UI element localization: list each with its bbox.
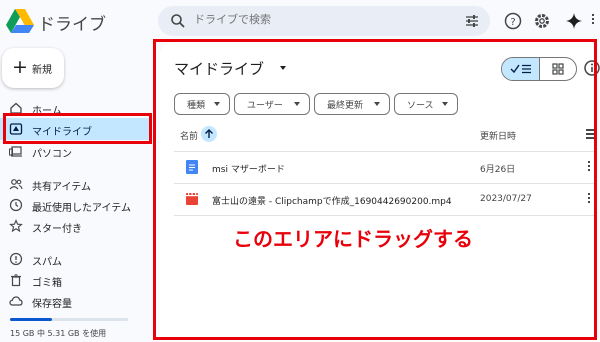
sidebar-item-label: ゴミ箱 xyxy=(32,278,62,289)
sidebar-item-shared[interactable]: 共有アイテム xyxy=(0,173,150,195)
sidebar-item-label: 共有アイテム xyxy=(32,182,91,193)
annotation-drop-text: このエリアにドラッグする xyxy=(233,227,473,251)
view-toggle[interactable] xyxy=(501,57,577,81)
file-row[interactable]: 富士山の遠景 - Clipchampで作成_1690442690200.mp4 … xyxy=(174,184,600,214)
my-drive-icon xyxy=(9,123,23,135)
storage-bar xyxy=(10,318,128,321)
search-bar[interactable] xyxy=(158,6,490,36)
chevron-down-icon xyxy=(442,102,448,106)
chevron-down-icon xyxy=(374,102,380,106)
file-name[interactable]: msi マザーボード xyxy=(212,162,285,175)
page-title[interactable]: マイドライブ xyxy=(174,58,264,79)
settings-icon[interactable] xyxy=(532,11,552,31)
file-name[interactable]: 富士山の遠景 - Clipchampで作成_1690442690200.mp4 xyxy=(212,194,452,207)
chevron-down-icon xyxy=(294,102,300,106)
storage-fill xyxy=(10,318,52,321)
gemini-sparkle-icon[interactable] xyxy=(564,11,584,31)
more-icon[interactable] xyxy=(592,14,595,28)
chevron-down-icon[interactable] xyxy=(280,66,286,70)
filter-label: 種類 xyxy=(187,101,206,111)
clock-icon xyxy=(9,198,23,212)
check-list-icon xyxy=(510,64,531,74)
google-drive-logo[interactable] xyxy=(6,8,34,34)
list-view-button[interactable] xyxy=(502,58,540,80)
storage-usage-text: 15 GB 中 5.31 GB を使用 xyxy=(10,329,107,338)
plus-icon: + xyxy=(12,56,28,78)
column-header-name[interactable]: 名前 xyxy=(180,129,198,142)
chevron-down-icon xyxy=(214,102,220,106)
main-content-area[interactable]: マイドライブ 種類 ユーザー 最終更新 ソース 名前 更新日時 msi マザーボ… xyxy=(160,42,600,342)
sidebar-item-label: パソコン xyxy=(32,149,72,160)
sidebar-item-home[interactable]: ホーム xyxy=(0,97,150,119)
sidebar-item-trash[interactable]: ゴミ箱 xyxy=(0,269,150,291)
file-modified: 6月26日 xyxy=(480,165,516,175)
trash-icon xyxy=(11,274,21,287)
spam-icon xyxy=(9,252,23,266)
info-icon[interactable] xyxy=(582,58,600,78)
new-button-label: 新規 xyxy=(32,65,52,76)
computer-icon xyxy=(9,146,22,157)
filter-modified-chip[interactable]: 最終更新 xyxy=(314,93,390,115)
help-icon[interactable]: ? xyxy=(503,11,523,31)
google-doc-icon xyxy=(186,160,198,174)
sidebar-item-recent[interactable]: 最近使用したアイテム xyxy=(0,194,150,216)
cloud-icon xyxy=(9,296,23,306)
sidebar-item-spam[interactable]: スパム xyxy=(0,248,150,270)
sidebar-item-label: 保存容量 xyxy=(32,299,72,310)
sort-lines-icon[interactable] xyxy=(586,129,598,139)
sidebar-item-computers[interactable]: パソコン xyxy=(0,140,150,162)
shared-people-icon xyxy=(9,179,23,190)
filter-user-chip[interactable]: ユーザー xyxy=(234,93,310,115)
filter-label: ユーザー xyxy=(247,101,283,111)
sidebar-item-starred[interactable]: スター付き xyxy=(0,215,150,237)
home-icon xyxy=(10,102,22,114)
file-modified: 2023/07/27 xyxy=(480,194,532,204)
sidebar-item-label: マイドライブ xyxy=(32,127,92,138)
tune-icon[interactable] xyxy=(464,13,480,29)
search-input[interactable] xyxy=(194,13,444,26)
sidebar-item-my-drive[interactable]: マイドライブ xyxy=(0,118,150,140)
sidebar-item-storage[interactable]: 保存容量 xyxy=(0,290,150,312)
sort-arrow-up-icon[interactable] xyxy=(201,126,217,142)
file-row[interactable]: msi マザーボード 6月26日 xyxy=(174,152,600,182)
grid-view-button[interactable] xyxy=(540,58,576,80)
more-actions-icon[interactable] xyxy=(588,193,592,205)
app-title: ドライブ xyxy=(38,15,106,35)
sidebar-item-label: スター付き xyxy=(32,224,82,235)
star-icon xyxy=(9,219,23,233)
more-actions-icon[interactable] xyxy=(588,161,592,173)
row-divider xyxy=(174,215,594,216)
filter-type-chip[interactable]: 種類 xyxy=(174,93,230,115)
video-file-icon xyxy=(186,193,198,205)
svg-text:?: ? xyxy=(510,17,515,28)
new-button[interactable]: + 新規 xyxy=(2,48,64,88)
filter-label: 最終更新 xyxy=(327,101,364,111)
sidebar-item-label: スパム xyxy=(32,257,62,268)
sidebar-item-label: 最近使用したアイテム xyxy=(32,203,131,214)
filter-source-chip[interactable]: ソース xyxy=(394,93,458,115)
sidebar-item-label: ホーム xyxy=(32,106,62,117)
filter-label: ソース xyxy=(407,101,434,111)
search-icon[interactable] xyxy=(170,13,186,29)
grid-icon xyxy=(552,63,564,75)
column-header-modified[interactable]: 更新日時 xyxy=(480,129,516,142)
